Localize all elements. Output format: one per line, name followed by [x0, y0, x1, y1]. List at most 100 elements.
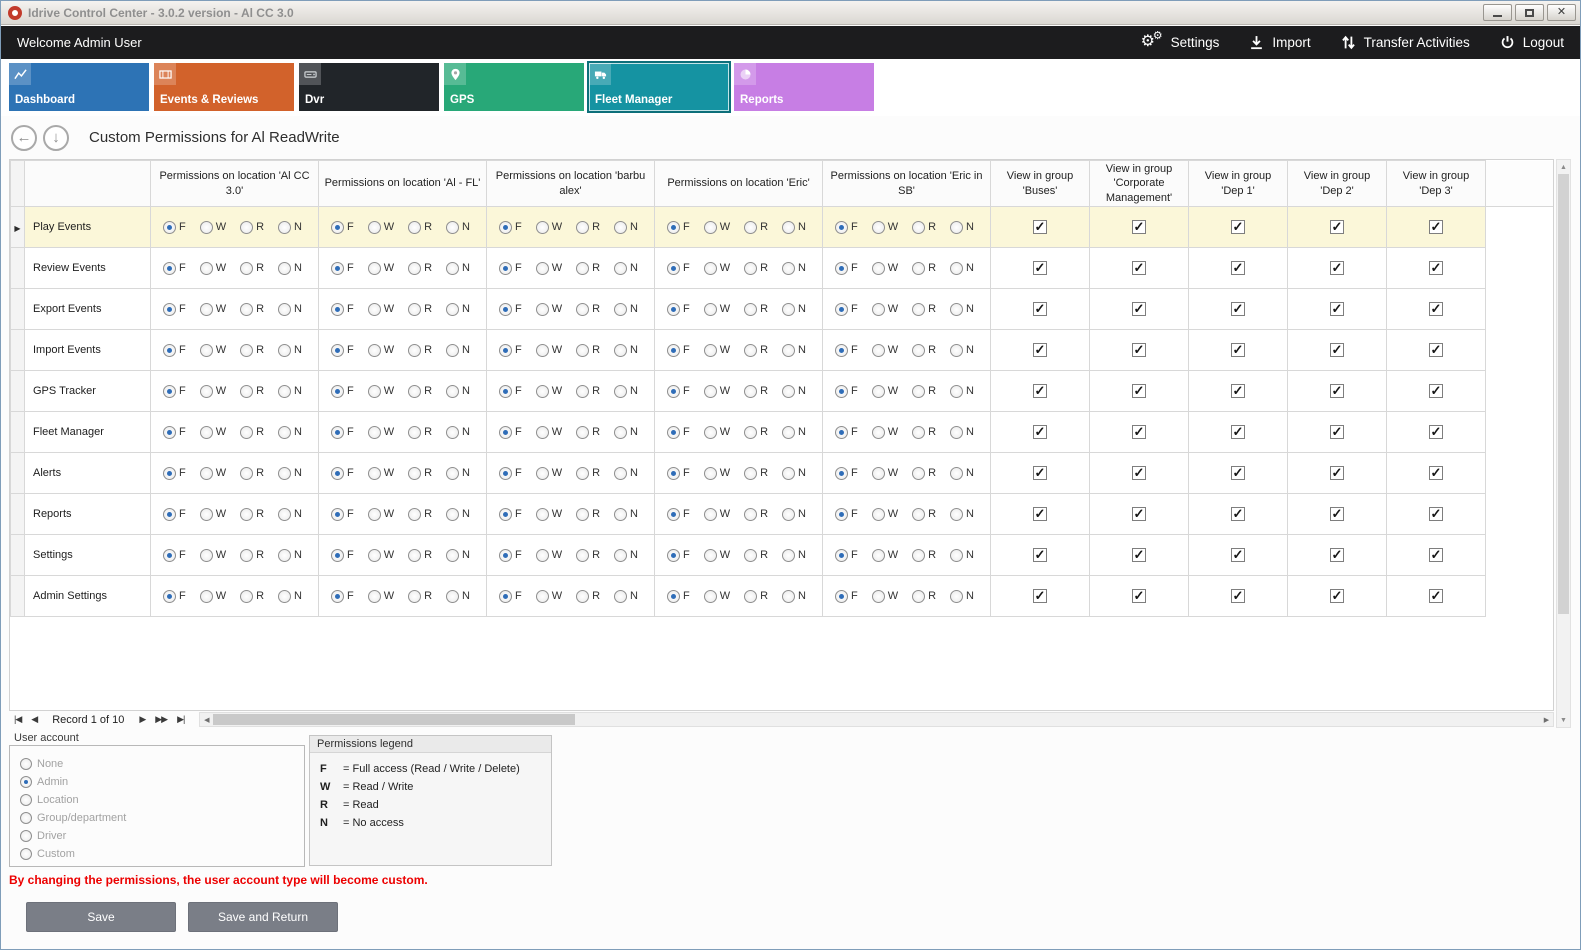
- permission-radio-r[interactable]: R: [744, 549, 768, 562]
- permission-radio-w[interactable]: W: [872, 221, 898, 234]
- permission-radio-f[interactable]: F: [331, 344, 354, 357]
- permission-radio-w[interactable]: W: [368, 262, 394, 275]
- permission-radio-r[interactable]: R: [408, 426, 432, 439]
- permission-radio-f[interactable]: F: [835, 508, 858, 521]
- permission-radio-w[interactable]: W: [536, 549, 562, 562]
- permission-radio-n[interactable]: N: [950, 508, 974, 521]
- import-button[interactable]: Import: [1249, 35, 1310, 50]
- permission-radio-w[interactable]: W: [200, 467, 226, 480]
- permission-radio-r[interactable]: R: [576, 344, 600, 357]
- permission-radio-w[interactable]: W: [872, 549, 898, 562]
- close-button[interactable]: ✕: [1547, 4, 1576, 21]
- save-button[interactable]: Save: [26, 902, 176, 932]
- next-page-button[interactable]: ▶▶: [150, 714, 172, 725]
- permission-radio-f[interactable]: F: [835, 590, 858, 603]
- permission-radio-n[interactable]: N: [278, 385, 302, 398]
- vertical-scrollbar[interactable]: ▲ ▼: [1556, 159, 1571, 728]
- permission-radio-n[interactable]: N: [278, 467, 302, 480]
- permission-radio-f[interactable]: F: [163, 549, 186, 562]
- permission-radio-n[interactable]: N: [950, 467, 974, 480]
- permission-radio-r[interactable]: R: [240, 508, 264, 521]
- view-checkbox[interactable]: ✓: [1429, 507, 1443, 521]
- permission-radio-f[interactable]: F: [331, 426, 354, 439]
- permission-radio-r[interactable]: R: [240, 549, 264, 562]
- scroll-right-icon[interactable]: ▶: [1540, 716, 1553, 724]
- permission-radio-w[interactable]: W: [536, 426, 562, 439]
- view-checkbox[interactable]: ✓: [1231, 220, 1245, 234]
- maximize-button[interactable]: [1515, 4, 1544, 21]
- view-checkbox[interactable]: ✓: [1330, 384, 1344, 398]
- permission-radio-n[interactable]: N: [950, 590, 974, 603]
- permission-radio-f[interactable]: F: [499, 590, 522, 603]
- permission-radio-w[interactable]: W: [536, 385, 562, 398]
- permission-radio-f[interactable]: F: [499, 426, 522, 439]
- permission-radio-r[interactable]: R: [912, 385, 936, 398]
- view-checkbox[interactable]: ✓: [1132, 302, 1146, 316]
- first-record-button[interactable]: |◀: [9, 714, 26, 725]
- user-account-option-location[interactable]: Location: [20, 791, 294, 809]
- permission-radio-f[interactable]: F: [667, 221, 690, 234]
- permission-radio-r[interactable]: R: [240, 221, 264, 234]
- permission-radio-w[interactable]: W: [536, 467, 562, 480]
- permission-radio-w[interactable]: W: [200, 262, 226, 275]
- next-record-button[interactable]: ▶: [134, 714, 150, 725]
- permission-radio-n[interactable]: N: [782, 385, 806, 398]
- permission-radio-w[interactable]: W: [872, 508, 898, 521]
- horizontal-scroll-thumb[interactable]: [213, 714, 575, 725]
- view-checkbox[interactable]: ✓: [1231, 466, 1245, 480]
- view-checkbox[interactable]: ✓: [1429, 548, 1443, 562]
- permission-radio-r[interactable]: R: [744, 303, 768, 316]
- permission-radio-r[interactable]: R: [240, 303, 264, 316]
- view-checkbox[interactable]: ✓: [1231, 384, 1245, 398]
- logout-button[interactable]: Logout: [1500, 35, 1564, 50]
- view-checkbox[interactable]: ✓: [1231, 343, 1245, 357]
- permission-radio-f[interactable]: F: [499, 467, 522, 480]
- permission-radio-w[interactable]: W: [200, 221, 226, 234]
- view-checkbox[interactable]: ✓: [1033, 261, 1047, 275]
- horizontal-scrollbar[interactable]: ◀ ▶: [199, 712, 1554, 727]
- permission-radio-n[interactable]: N: [278, 303, 302, 316]
- permission-radio-w[interactable]: W: [200, 508, 226, 521]
- permission-radio-f[interactable]: F: [667, 590, 690, 603]
- permission-radio-n[interactable]: N: [278, 262, 302, 275]
- permission-radio-r[interactable]: R: [744, 426, 768, 439]
- view-checkbox[interactable]: ✓: [1132, 220, 1146, 234]
- view-checkbox[interactable]: ✓: [1231, 507, 1245, 521]
- permission-radio-n[interactable]: N: [782, 344, 806, 357]
- view-checkbox[interactable]: ✓: [1429, 261, 1443, 275]
- permission-radio-w[interactable]: W: [872, 303, 898, 316]
- view-checkbox[interactable]: ✓: [1330, 343, 1344, 357]
- permission-radio-n[interactable]: N: [446, 303, 470, 316]
- permission-radio-f[interactable]: F: [331, 508, 354, 521]
- tab-gps[interactable]: GPS: [444, 63, 584, 111]
- permission-radio-r[interactable]: R: [240, 467, 264, 480]
- permission-radio-f[interactable]: F: [835, 262, 858, 275]
- permission-radio-n[interactable]: N: [782, 467, 806, 480]
- permission-radio-r[interactable]: R: [576, 467, 600, 480]
- permission-radio-n[interactable]: N: [782, 303, 806, 316]
- permission-radio-w[interactable]: W: [368, 426, 394, 439]
- permission-radio-n[interactable]: N: [614, 385, 638, 398]
- permission-radio-r[interactable]: R: [408, 549, 432, 562]
- permission-radio-f[interactable]: F: [667, 549, 690, 562]
- permission-radio-r[interactable]: R: [576, 262, 600, 275]
- permission-radio-f[interactable]: F: [835, 303, 858, 316]
- permission-radio-f[interactable]: F: [499, 262, 522, 275]
- permission-radio-r[interactable]: R: [912, 467, 936, 480]
- permission-radio-f[interactable]: F: [835, 221, 858, 234]
- permission-radio-f[interactable]: F: [163, 221, 186, 234]
- permission-radio-r[interactable]: R: [240, 344, 264, 357]
- tab-dashboard[interactable]: Dashboard: [9, 63, 149, 111]
- permission-radio-n[interactable]: N: [278, 344, 302, 357]
- permission-radio-r[interactable]: R: [576, 303, 600, 316]
- permission-radio-r[interactable]: R: [408, 344, 432, 357]
- permission-radio-w[interactable]: W: [200, 303, 226, 316]
- permission-radio-r[interactable]: R: [744, 262, 768, 275]
- permission-radio-w[interactable]: W: [872, 344, 898, 357]
- permission-radio-r[interactable]: R: [912, 590, 936, 603]
- permission-radio-n[interactable]: N: [278, 508, 302, 521]
- permission-radio-f[interactable]: F: [163, 303, 186, 316]
- permission-radio-n[interactable]: N: [950, 385, 974, 398]
- view-checkbox[interactable]: ✓: [1033, 343, 1047, 357]
- permission-radio-w[interactable]: W: [368, 549, 394, 562]
